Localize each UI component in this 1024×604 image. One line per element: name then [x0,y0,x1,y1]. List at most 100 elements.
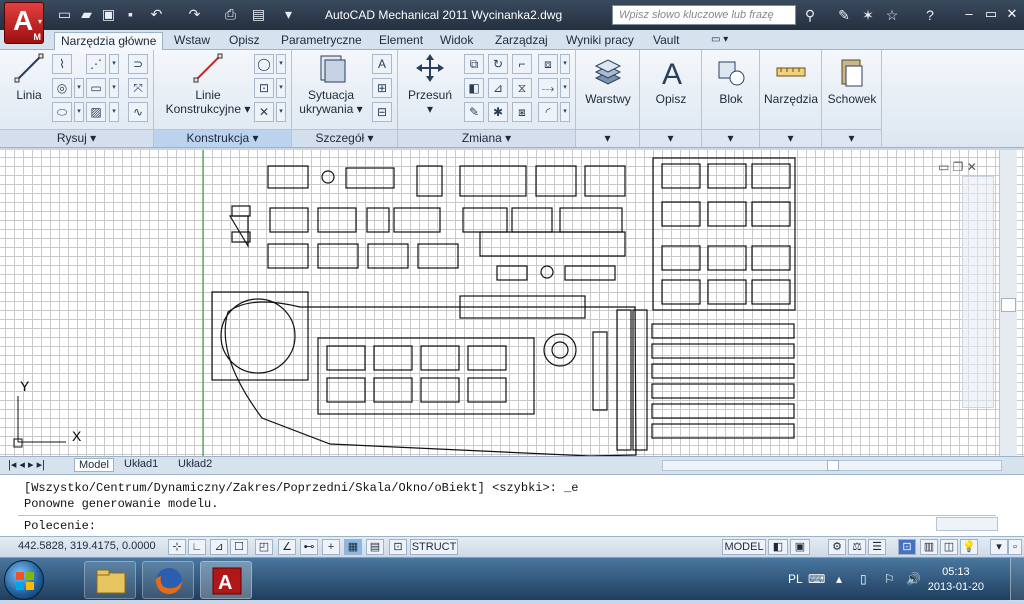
dashed-line-icon[interactable]: ⋰ [86,54,106,74]
command-hscroll[interactable] [936,517,998,531]
chevron-down-icon[interactable]: ▾ [702,129,759,147]
grid-icon[interactable]: ∟ [188,539,206,555]
polyline-icon[interactable]: ⌇ [52,54,72,74]
dyn-icon[interactable]: + [322,539,340,555]
hide-situation-button[interactable]: Sytuacja ukrywania ▾ [296,52,366,116]
pencil-icon[interactable]: ✎ [464,102,484,122]
settings-gear-icon[interactable]: ⚙ [828,539,846,555]
array-icon[interactable]: ⧈ [538,54,558,74]
redo-icon[interactable]: ↷ [186,6,203,23]
workspace-icon[interactable]: ▤ [250,6,267,23]
drawing-canvas[interactable]: Y X ▭ ❐ ✕ [0,150,1024,456]
tab-parametryczne[interactable]: Parametryczne [275,32,368,50]
scroll-thumb[interactable] [827,460,839,471]
trim-icon[interactable]: ⌐ [512,54,532,74]
chevron-down-icon[interactable]: ▾ [74,102,84,122]
qp-icon[interactable]: ▤ [366,539,384,555]
communication-icon[interactable]: ✶ [858,5,878,25]
workspace-icon[interactable]: ☰ [868,539,886,555]
new-icon[interactable]: ▭ [56,6,73,23]
tab-wyniki-pracy[interactable]: Wyniki pracy [560,32,640,50]
isolate-icon[interactable]: ◫ [940,539,958,555]
ortho-icon[interactable]: ⊿ [210,539,228,555]
firefox-taskbar-button[interactable] [142,561,194,599]
start-button[interactable] [4,560,44,600]
layers-button[interactable]: Warstwy [580,56,636,106]
ducs-icon[interactable]: ⊷ [300,539,318,555]
explode-icon[interactable]: ✱ [488,102,508,122]
hatch-icon[interactable]: ▨ [86,102,106,122]
copy-icon[interactable]: ⧉ [464,54,484,74]
tab-vault[interactable]: Vault [647,32,685,50]
chevron-down-icon[interactable]: ▾ [109,54,119,74]
tab-wstaw[interactable]: Wstaw [168,32,216,50]
text-scale-icon[interactable]: A [372,54,392,74]
ellipse-icon[interactable]: ⬭ [52,102,72,122]
tab-zarzadzaj[interactable]: Zarządzaj [489,32,554,50]
tab-element[interactable]: Element [373,32,429,50]
command-prompt[interactable]: Polecenie: [24,519,96,533]
tab-widok[interactable]: Widok [434,32,479,50]
detail-icon[interactable]: ⊞ [372,78,392,98]
explorer-taskbar-button[interactable] [84,561,136,599]
chevron-down-icon[interactable]: ▾ [560,54,570,74]
block-button[interactable]: Blok [706,56,756,106]
panel-label-rysuj[interactable]: Rysuj ▾ [0,129,153,147]
annotation-scale-icon[interactable]: ⚖ [848,539,866,555]
close-button[interactable]: ✕ [1001,5,1023,23]
annotate-button[interactable]: A Opisz [644,56,698,106]
sc-icon[interactable]: ⊡ [389,539,407,555]
lock-icon[interactable]: ⊡ [898,539,916,555]
rectangle-icon[interactable]: ▭ [86,78,106,98]
restore-button[interactable]: ▭ [980,5,1002,23]
join-icon[interactable]: ⧆ [512,102,532,122]
otrack-icon[interactable]: ∠ [278,539,296,555]
panel-label-konstrukcja[interactable]: Konstrukcja ▾ [154,129,291,147]
ribbon-toggle-icon[interactable]: ▭ ▾ [705,32,734,50]
fillet-icon[interactable]: ◜ [538,102,558,122]
tab-model[interactable]: Model [74,458,114,472]
tab-uklad2[interactable]: Układ2 [178,458,212,470]
clipboard-button[interactable]: Schowek [824,56,880,106]
chevron-down-icon[interactable]: ▾ [109,78,119,98]
language-indicator[interactable]: PL [788,572,803,586]
show-desktop-button[interactable] [1010,558,1024,601]
chevron-down-icon[interactable]: ▾ [276,102,286,122]
chevron-down-icon[interactable]: ▾ [640,129,701,147]
save-icon[interactable]: ▪ [122,6,139,23]
system-clock[interactable]: 05:13 2013-01-20 [928,565,984,595]
minimize-button[interactable]: – [958,5,980,23]
fullscreen-icon[interactable]: ▫ [1008,539,1022,555]
model-toggle[interactable]: MODEL [722,539,766,555]
stretch-icon[interactable]: ◧ [464,78,484,98]
network-icon[interactable]: ⚐ [884,572,895,586]
tab-uklad1[interactable]: Układ1 [124,458,158,470]
hatch-tool-icon[interactable]: ⤧ [128,78,148,98]
binoculars-icon[interactable]: ⚲ [800,5,820,25]
move-button[interactable]: Przesuń ▾ [404,52,456,116]
lineweight-icon[interactable]: ▦ [344,539,362,555]
struct-toggle[interactable]: STRUCT [410,539,458,555]
chevron-down-icon[interactable]: ▾ [990,539,1008,555]
osnap-icon[interactable]: ◰ [255,539,273,555]
keyboard-icon[interactable]: ⌨ [808,572,825,586]
help-icon[interactable]: ? [920,5,940,25]
application-menu-button[interactable]: A M ▾ [4,2,44,44]
tray-expand-icon[interactable]: ▴ [836,572,842,586]
vertical-scrollbar[interactable] [999,150,1017,456]
autocad-taskbar-button[interactable]: A [200,561,252,599]
polar-icon[interactable]: ☐ [230,539,248,555]
subscription-icon[interactable]: ✎ [834,5,854,25]
delete-construction-icon[interactable]: ✕ [254,102,274,122]
undo-icon[interactable]: ↶ [148,6,165,23]
navigation-bar[interactable] [962,176,994,408]
volume-icon[interactable]: 🔊 [906,572,921,586]
chevron-down-icon[interactable]: ▾ [760,129,821,147]
viewport-controls[interactable]: ▭ ❐ ✕ [938,160,977,174]
construction-circle-icon[interactable]: ◯ [254,54,274,74]
offset-icon[interactable]: ⊃ [128,54,148,74]
construction-box-icon[interactable]: ⊡ [254,78,274,98]
quick-view-icon[interactable]: ▣ [790,539,810,555]
extend-icon[interactable]: ⤏ [538,78,558,98]
scale-icon[interactable]: ⊿ [488,78,508,98]
